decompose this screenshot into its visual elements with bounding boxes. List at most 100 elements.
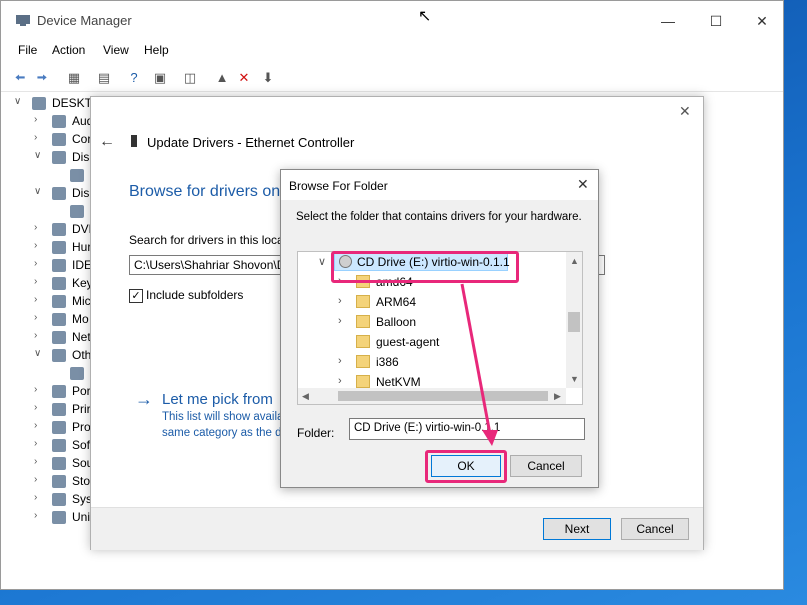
chevron-right-icon[interactable]: › — [34, 312, 37, 323]
tree-item[interactable]: ∨ Disp — [1, 185, 96, 203]
vertical-scroll-thumb[interactable] — [568, 312, 580, 332]
tree-item[interactable]: › Uni — [1, 509, 91, 527]
device-category-icon — [52, 223, 66, 236]
chevron-right-icon[interactable]: › — [34, 474, 37, 485]
tree-item[interactable] — [1, 167, 91, 185]
menu-help[interactable]: Help — [144, 43, 169, 57]
tree-item[interactable]: › Aud — [1, 113, 93, 131]
cancel-button[interactable]: Cancel — [621, 518, 689, 540]
device-category-icon — [52, 403, 66, 416]
help-icon[interactable]: ? — [125, 69, 143, 87]
display-icon[interactable]: ▣ — [151, 69, 169, 87]
maximize-button[interactable]: ☐ — [693, 7, 739, 35]
chevron-right-icon[interactable]: › — [338, 315, 342, 327]
chevron-right-icon[interactable]: › — [34, 132, 37, 143]
device-manager-titlebar: Device Manager — ☐ ✕ — [1, 1, 783, 39]
tree-item[interactable]: › IDE — [1, 257, 92, 275]
chevron-right-icon[interactable]: › — [34, 510, 37, 521]
devices-icon[interactable]: ▤ — [95, 69, 113, 87]
chevron-down-icon[interactable]: ∨ — [318, 255, 326, 268]
update-driver-icon[interactable]: ▲ — [213, 69, 231, 87]
device-category-icon — [52, 511, 66, 524]
tree-item[interactable]: › Cor — [1, 131, 91, 149]
chevron-right-icon[interactable]: › — [34, 330, 37, 341]
chevron-right-icon[interactable]: › — [338, 355, 342, 367]
chevron-down-icon[interactable]: ∨ — [14, 96, 21, 107]
next-button[interactable]: Next — [543, 518, 611, 540]
chevron-down-icon[interactable]: ∨ — [34, 150, 41, 161]
folder-input[interactable]: CD Drive (E:) virtio-win-0.1.1 — [349, 418, 585, 440]
folder-item[interactable]: › ARM64 — [298, 292, 568, 312]
chevron-down-icon[interactable]: ∨ — [34, 186, 41, 197]
tree-item[interactable]: › Key — [1, 275, 93, 293]
search-location-label: Search for drivers in this loca — [129, 233, 284, 247]
chevron-right-icon[interactable]: › — [34, 222, 37, 233]
tree-item[interactable]: › Net — [1, 329, 91, 347]
uninstall-icon[interactable]: ✕ — [235, 69, 253, 87]
folder-item[interactable]: guest-agent — [298, 332, 568, 352]
tree-item[interactable]: › Prir — [1, 401, 91, 419]
tree-item[interactable]: › Hur — [1, 239, 91, 257]
forward-icon[interactable]: 🠪 — [33, 69, 51, 87]
chevron-right-icon[interactable]: › — [34, 114, 37, 125]
scroll-left-icon[interactable]: ◀ — [302, 391, 309, 402]
device-category-icon — [52, 133, 66, 146]
chevron-right-icon[interactable]: › — [34, 492, 37, 503]
window-title: Device Manager — [37, 13, 132, 28]
tree-item[interactable]: ∨ Oth — [1, 347, 91, 365]
tree-item[interactable]: › Pro — [1, 419, 91, 437]
pick-from-list-link[interactable]: Let me pick from — [162, 391, 273, 408]
back-arrow-icon[interactable]: ← — [99, 133, 115, 151]
menu-file[interactable]: File — [18, 43, 37, 57]
close-button[interactable]: ✕ — [739, 7, 785, 35]
folder-item[interactable]: › Balloon — [298, 312, 568, 332]
chevron-right-icon[interactable]: › — [34, 258, 37, 269]
device-category-icon — [52, 331, 66, 344]
minimize-button[interactable]: — — [645, 7, 691, 35]
chevron-down-icon[interactable]: ∨ — [34, 348, 41, 359]
tree-item[interactable]: ∨ Disk — [1, 149, 95, 167]
folder-item[interactable]: › i386 — [298, 352, 568, 372]
folder-icon — [356, 355, 370, 368]
chevron-right-icon[interactable]: › — [34, 438, 37, 449]
scroll-right-icon[interactable]: ▶ — [554, 391, 561, 402]
tree-item-label: Oth — [72, 348, 92, 362]
tree-item[interactable]: › Soft — [1, 437, 93, 455]
tree-item[interactable]: › DVD — [1, 221, 97, 239]
tree-item[interactable]: › Stor — [1, 473, 94, 491]
tree-item[interactable]: › Por — [1, 383, 91, 401]
chevron-right-icon[interactable]: › — [34, 240, 37, 251]
folder-icon — [356, 375, 370, 388]
close-icon[interactable]: ✕ — [679, 103, 691, 120]
horizontal-scroll-thumb[interactable] — [338, 391, 548, 401]
menu-view[interactable]: View — [103, 43, 129, 57]
tree-item[interactable]: ∨ DESKTO — [1, 95, 101, 113]
chevron-right-icon[interactable]: › — [34, 294, 37, 305]
chevron-right-icon[interactable]: › — [338, 295, 342, 307]
chevron-right-icon[interactable]: › — [34, 276, 37, 287]
chevron-right-icon[interactable]: › — [34, 456, 37, 467]
back-icon[interactable]: 🠨 — [11, 69, 29, 87]
properties-icon[interactable]: ▦ — [65, 69, 83, 87]
chevron-right-icon[interactable]: › — [34, 420, 37, 431]
include-subfolders-checkbox[interactable]: ✓ — [129, 289, 143, 303]
pick-description-line2: same category as the d — [162, 427, 282, 439]
tree-item-label: Mic — [72, 294, 91, 308]
chevron-right-icon[interactable]: › — [34, 384, 37, 395]
scan-icon[interactable]: ◫ — [181, 69, 199, 87]
close-icon[interactable]: ✕ — [577, 176, 589, 193]
scroll-up-icon[interactable]: ▲ — [570, 256, 579, 266]
tree-item[interactable]: › Mic — [1, 293, 91, 311]
tree-item[interactable]: › Sou — [1, 455, 93, 473]
scroll-down-icon[interactable]: ▼ — [570, 374, 579, 384]
browse-titlebar: Browse For Folder ✕ — [281, 170, 598, 200]
tree-item[interactable] — [1, 365, 91, 383]
disable-icon[interactable]: ⬇ — [259, 69, 277, 87]
chevron-right-icon[interactable]: › — [34, 402, 37, 413]
cancel-button[interactable]: Cancel — [510, 455, 582, 477]
chevron-right-icon[interactable]: › — [338, 375, 342, 387]
tree-item[interactable]: › Mo — [1, 311, 91, 329]
tree-item[interactable]: › Syst — [1, 491, 95, 509]
tree-item[interactable] — [1, 203, 91, 221]
menu-action[interactable]: Action — [52, 43, 85, 57]
